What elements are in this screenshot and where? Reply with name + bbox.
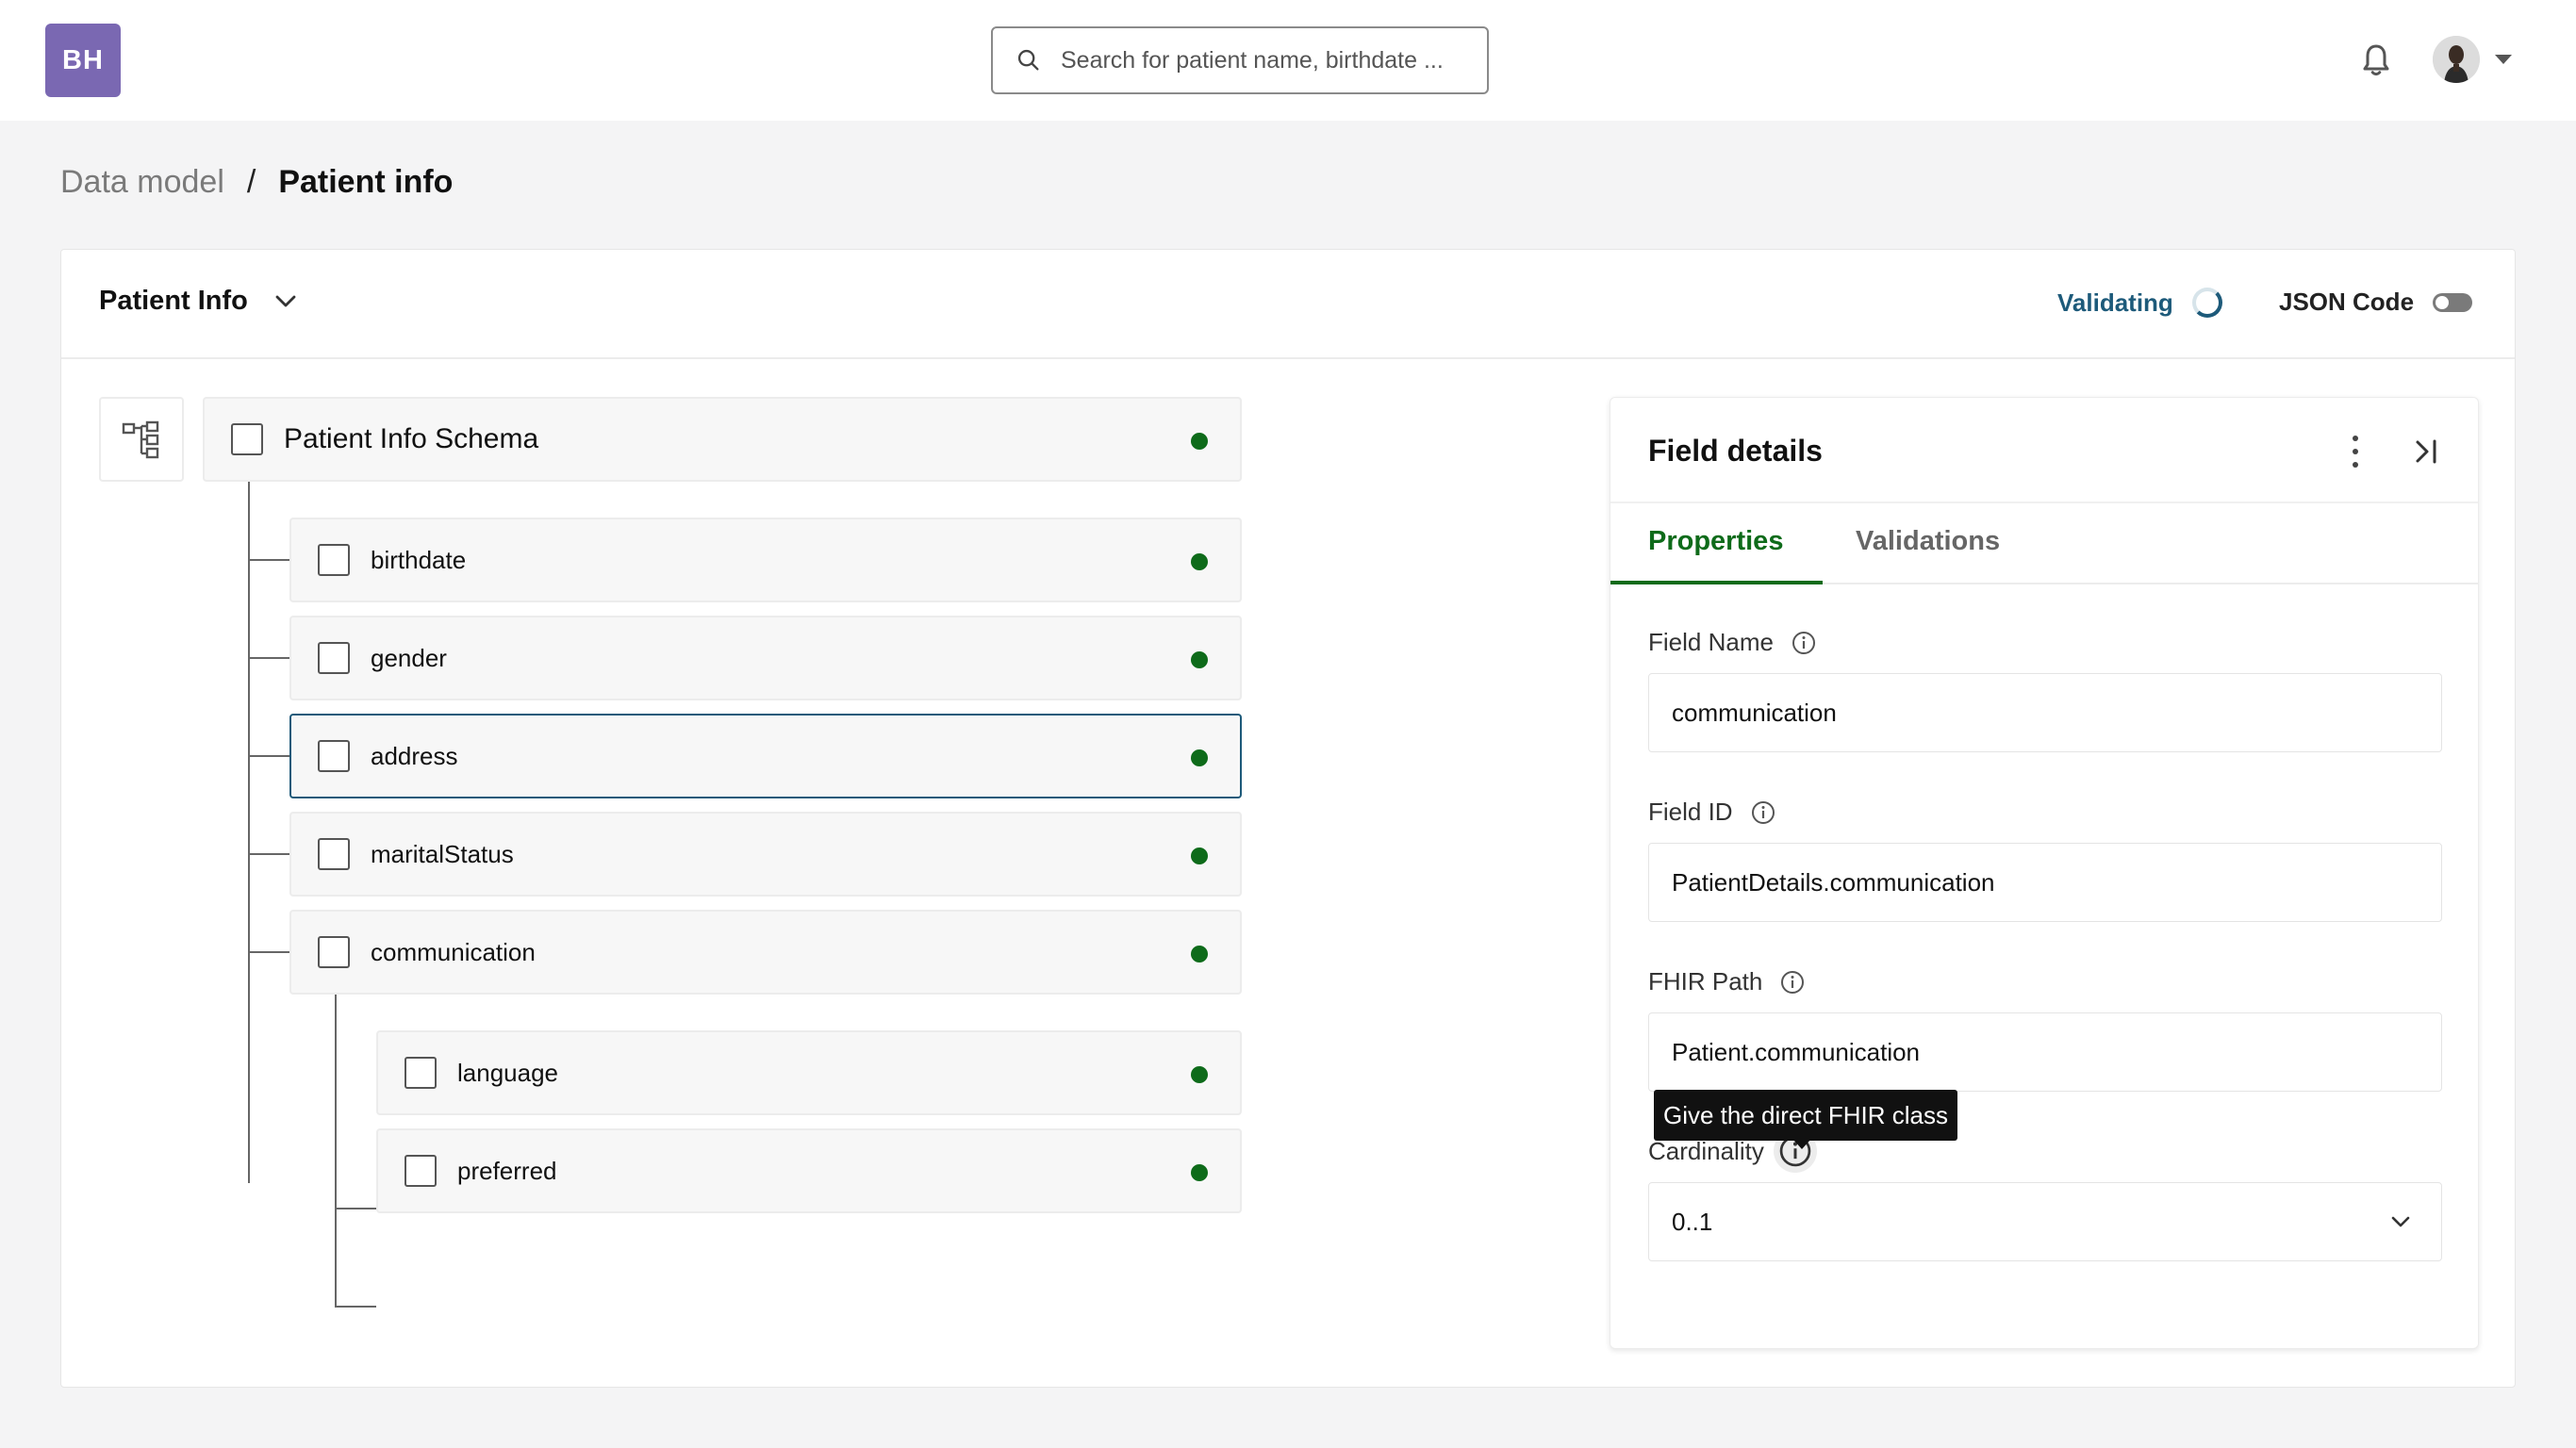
status-dot	[1191, 1066, 1208, 1083]
status-dot	[1191, 433, 1208, 450]
active-tab-indicator	[1610, 581, 1823, 584]
breadcrumb-parent[interactable]: Data model	[60, 164, 224, 201]
avatar[interactable]	[2433, 36, 2480, 83]
cardinality-value: 0..1	[1672, 1207, 1713, 1236]
info-icon[interactable]	[1750, 799, 1776, 826]
search-icon	[1017, 49, 1039, 71]
tree-node-maritalstatus[interactable]: maritalStatus	[289, 812, 1242, 897]
schema-selector-label: Patient Info	[99, 286, 248, 316]
node-label: language	[457, 1058, 558, 1087]
app-logo[interactable]: BH	[45, 24, 121, 97]
breadcrumb: Data model / Patient info	[60, 164, 453, 201]
tree-layout-button[interactable]	[99, 397, 184, 482]
panel-tabs: Properties Validations	[1610, 503, 2478, 584]
hierarchy-icon	[122, 420, 159, 459]
node-label: gender	[371, 643, 447, 672]
tree-node-language[interactable]: language	[376, 1030, 1242, 1115]
node-checkbox[interactable]	[318, 740, 350, 772]
status-dot	[1191, 1164, 1208, 1181]
status-dot	[1191, 946, 1208, 963]
tree-connector	[248, 951, 289, 953]
cardinality-select[interactable]: 0..1	[1648, 1182, 2442, 1261]
tree-connector	[248, 657, 289, 659]
panel-title: Field details	[1648, 434, 1823, 468]
tree-connector	[248, 559, 289, 561]
field-details-panel: Field details Properties Validations Fie…	[1610, 397, 2479, 1349]
status-dot	[1191, 553, 1208, 570]
schema-card: Patient Info Validating JSON Code Patien…	[60, 249, 2516, 1388]
search-input[interactable]	[1061, 46, 1476, 74]
tree-node-preferred[interactable]: preferred	[376, 1128, 1242, 1213]
field-name-input[interactable]: communication	[1648, 673, 2442, 752]
tree-node-root[interactable]: Patient Info Schema	[203, 397, 1242, 482]
tree-connector	[248, 755, 289, 757]
node-label: preferred	[457, 1156, 557, 1185]
field-id-label: Field ID	[1648, 798, 1776, 827]
cardinality-label-text: Cardinality	[1648, 1136, 1764, 1165]
bell-icon[interactable]	[2359, 41, 2393, 79]
panel-header: Field details	[1610, 398, 2478, 503]
status-dot	[1191, 749, 1208, 766]
node-checkbox[interactable]	[231, 423, 263, 455]
node-checkbox[interactable]	[318, 838, 350, 870]
schema-selector[interactable]: Patient Info	[99, 286, 297, 317]
card-header: Patient Info Validating JSON Code	[61, 250, 2515, 359]
tree-node-address[interactable]: address	[289, 714, 1242, 798]
info-icon[interactable]	[1791, 630, 1817, 656]
tree-connector	[335, 1306, 376, 1308]
tree-node-gender[interactable]: gender	[289, 616, 1242, 700]
tree-node-communication[interactable]: communication	[289, 910, 1242, 995]
breadcrumb-current: Patient info	[278, 164, 454, 200]
fhir-path-input[interactable]: Patient.communication	[1648, 1012, 2442, 1092]
node-checkbox[interactable]	[318, 936, 350, 968]
validating-label: Validating	[2057, 288, 2173, 317]
tree-node-birthdate[interactable]: birthdate	[289, 518, 1242, 602]
tab-validations[interactable]: Validations	[1856, 526, 2000, 557]
node-checkbox[interactable]	[405, 1155, 437, 1187]
field-name-label: Field Name	[1648, 628, 1817, 657]
user-menu[interactable]	[2433, 36, 2512, 83]
json-code-label: JSON Code	[2279, 288, 2415, 316]
collapse-panel-icon[interactable]	[2410, 436, 2442, 468]
node-label: birthdate	[371, 545, 467, 574]
field-id-label-text: Field ID	[1648, 798, 1733, 826]
tab-properties[interactable]: Properties	[1648, 526, 1783, 557]
fhir-path-label: FHIR Path	[1648, 967, 1806, 996]
node-label: address	[371, 741, 458, 770]
field-name-label-text: Field Name	[1648, 628, 1774, 656]
info-icon[interactable]	[1779, 969, 1806, 996]
tree-connector	[335, 995, 337, 1306]
node-checkbox[interactable]	[318, 544, 350, 576]
fhir-path-label-text: FHIR Path	[1648, 967, 1763, 996]
field-id-input[interactable]: PatientDetails.communication	[1648, 843, 2442, 922]
tooltip: Give the direct FHIR class	[1654, 1090, 1957, 1149]
user-avatar-icon	[2433, 36, 2480, 83]
status-dot	[1191, 847, 1208, 864]
node-label: Patient Info Schema	[284, 423, 539, 454]
toggle-switch[interactable]	[2433, 292, 2473, 312]
spinner-icon	[2191, 288, 2222, 318]
top-bar: BH	[0, 0, 2576, 121]
validation-status: Validating	[2057, 288, 2222, 318]
node-checkbox[interactable]	[405, 1057, 437, 1089]
chevron-down-icon[interactable]	[2495, 55, 2512, 64]
node-label: communication	[371, 937, 536, 966]
chevron-down-icon	[2391, 1216, 2410, 1227]
patient-search[interactable]	[991, 26, 1489, 94]
tree-connector	[248, 853, 289, 855]
status-dot	[1191, 651, 1208, 668]
chevron-down-icon	[275, 295, 296, 306]
more-options-icon[interactable]	[2346, 436, 2365, 468]
node-label: maritalStatus	[371, 839, 514, 868]
json-code-toggle[interactable]: JSON Code	[2279, 288, 2473, 317]
node-checkbox[interactable]	[318, 642, 350, 674]
breadcrumb-separator: /	[246, 164, 256, 200]
tree-connector	[335, 1208, 376, 1209]
tree-connector	[248, 482, 250, 1183]
